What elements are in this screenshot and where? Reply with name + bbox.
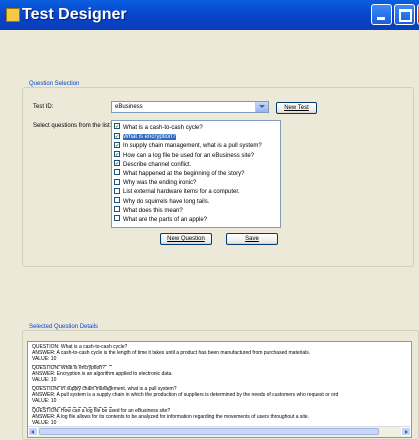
checkbox-checked-icon[interactable]: ✔ [114,151,120,158]
checkbox-unchecked-icon[interactable] [114,178,120,185]
checkbox-unchecked-icon[interactable] [114,206,120,213]
question-item-label: What happened at the beginning of the st… [123,171,245,177]
entry-separator [32,364,112,372]
new-question-button[interactable]: New Question [160,233,212,245]
question-item-label: Why do squirrels have long tails. [123,198,210,205]
question-item[interactable]: ✔ What is a cash-to-cash cycle? [114,123,203,132]
question-item[interactable]: Why was the ending ironic? [114,178,197,187]
detail-answer: ANSWER: A cash-to-cash cycle is the leng… [32,349,311,356]
question-details-textbox[interactable]: QUESTION: Describe channel conflict.ANSW… [27,341,412,438]
question-item[interactable]: Why do squirrels have long tails. [114,197,210,206]
checkbox-unchecked-icon[interactable] [114,187,120,194]
question-item-label: List external hardware items for a compu… [123,189,240,196]
question-item[interactable]: ✔ Describe channel conflict. [114,160,192,169]
question-item-label: Describe channel conflict. [123,161,192,168]
checkbox-unchecked-icon[interactable] [114,197,120,204]
new-test-label: New Test [284,105,309,111]
group-caption: Question Selection [27,81,82,87]
detail-value: VALUE: 10 [32,419,57,426]
question-item-label: What does this mean? [123,207,183,214]
question-item[interactable]: ✔ What is encryption? [114,132,176,141]
select-questions-label: Select questions from the list: [33,123,112,129]
detail-value: VALUE: 10 [32,398,57,405]
question-item-label: Why was the ending ironic? [123,180,197,187]
scroll-thumb[interactable] [39,428,379,435]
checkbox-checked-icon[interactable]: ✔ [114,160,120,167]
question-item-label: In supply chain management, what is a pu… [123,143,262,150]
checkbox-checked-icon[interactable]: ✔ [114,141,120,149]
question-item[interactable]: ✔ How can a log file be used for an eBusi… [114,151,255,160]
new-test-button[interactable]: New Test [276,102,317,114]
checkbox-unchecked-icon[interactable] [114,215,120,222]
window-title: Test Designer [22,6,127,23]
detail-answer: ANSWER: A log file allows for its conten… [32,413,310,420]
save-label: Save [245,236,259,242]
chevron-down-icon[interactable] [255,102,268,112]
test-id-value: eBusiness [115,104,143,110]
scroll-left-icon[interactable] [28,427,38,436]
checkbox-unchecked-icon[interactable] [114,169,120,176]
maximize-button[interactable] [394,4,415,25]
question-item[interactable]: What happened at the beginning of the st… [114,169,245,178]
save-button[interactable]: Save [226,233,278,245]
question-item[interactable]: ✔ In supply chain management, what is a p… [114,141,262,150]
question-item[interactable]: List external hardware items for a compu… [114,187,240,196]
question-item[interactable]: What does this mean? [114,206,183,215]
detail-value: VALUE: 10 [32,355,57,362]
horizontal-scrollbar[interactable] [28,426,411,437]
new-question-label: New Question [167,236,205,242]
checkbox-checked-icon[interactable]: ✔ [114,123,120,130]
minimize-button[interactable] [371,4,392,25]
scroll-right-icon[interactable] [401,427,411,436]
entry-separator [32,386,112,393]
question-checklist[interactable]: ✔ What is a cash-to-cash cycle? ✔ What is e… [111,120,281,228]
entry-separator [32,407,112,414]
question-detail-entry: QUESTION: What is a cash-to-cash cycle? A… [32,344,310,372]
test-id-combobox[interactable]: eBusiness [111,101,269,113]
question-item[interactable]: What are the parts of an apple? [114,215,208,224]
detail-value: VALUE: 10 [32,377,57,384]
app-icon [6,8,20,22]
test-id-label: Test ID: [33,104,54,110]
group-caption: Selected Question Details [27,324,101,330]
title-bar[interactable]: Test Designer [0,0,419,30]
question-item-label: What is encryption? [123,134,176,141]
question-item-label: How can a log file be used for an eBusin… [123,152,255,159]
question-item-label: What is a cash-to-cash cycle? [123,125,203,131]
question-item-label: What are the parts of an apple? [123,217,208,223]
checkbox-checked-icon[interactable]: ✔ [114,132,120,140]
